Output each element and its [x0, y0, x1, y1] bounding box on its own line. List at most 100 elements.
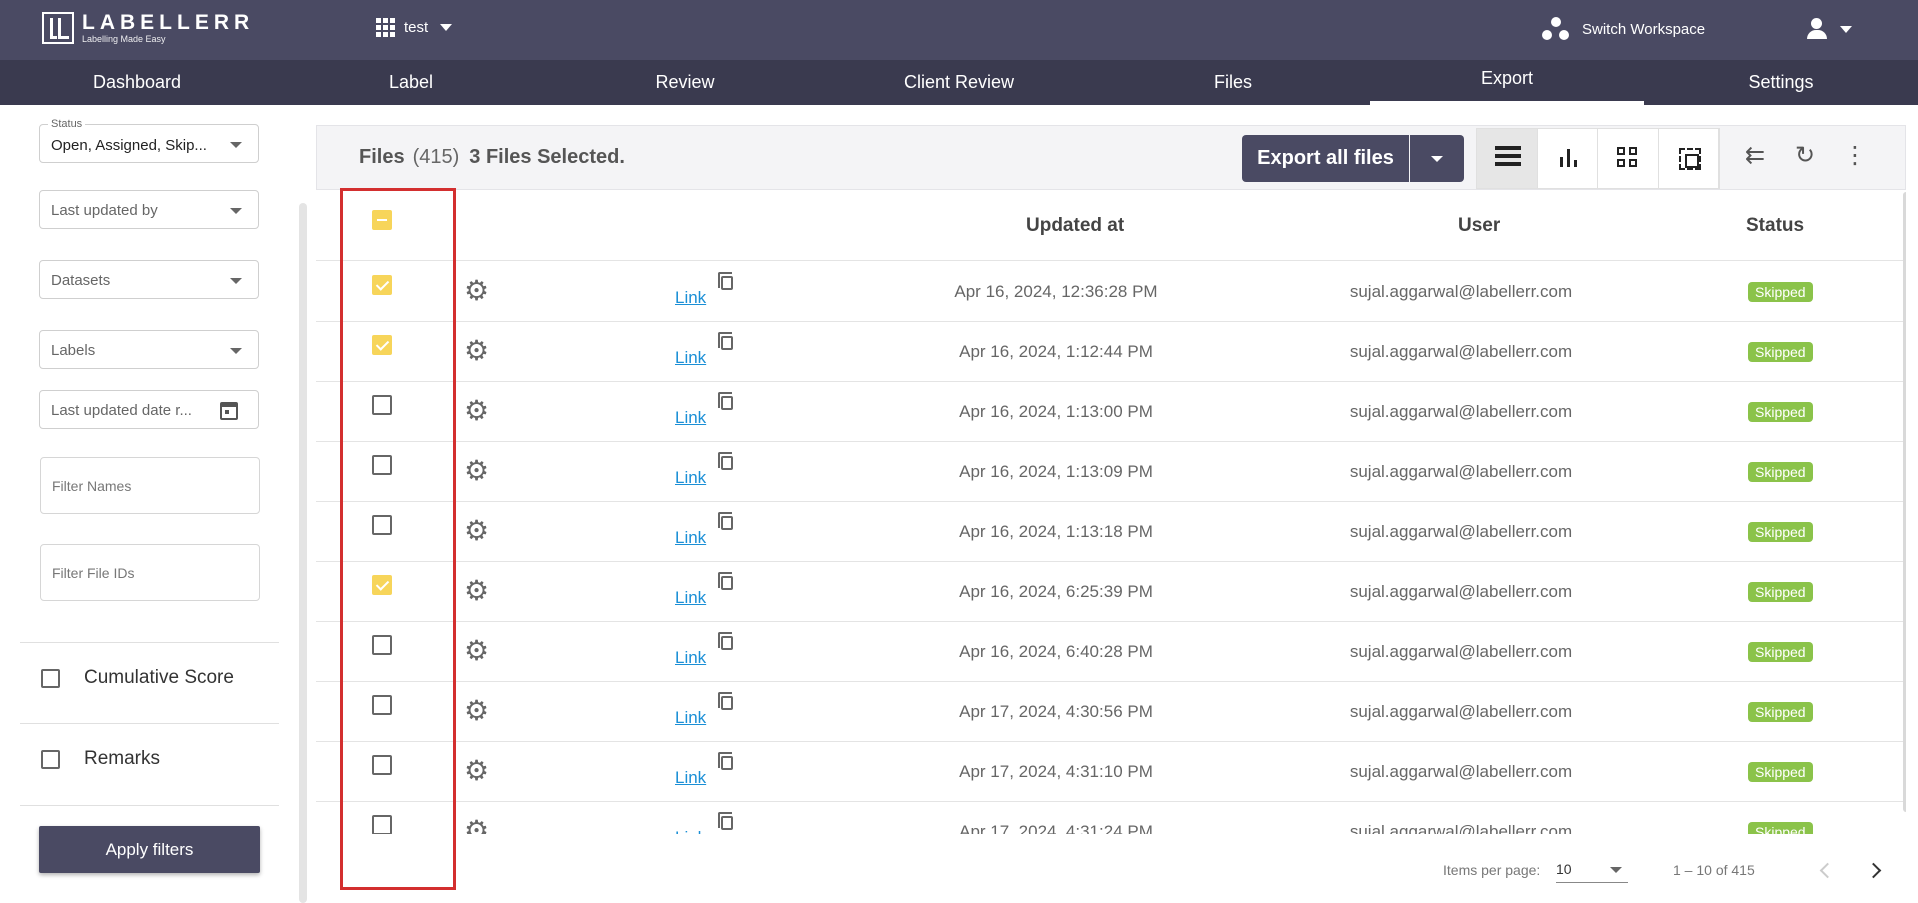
copy-icon[interactable]: [718, 632, 733, 650]
last-updated-date-range[interactable]: Last updated date r...: [39, 390, 259, 429]
gear-icon[interactable]: ⚙: [464, 517, 490, 545]
workspace-selector[interactable]: test: [376, 18, 453, 37]
files-table: Updated at User Status ⚙ Link Apr 16, 2024…: [316, 192, 1906, 834]
gear-icon[interactable]: ⚙: [464, 577, 490, 605]
header-updated-at: Updated at: [1026, 215, 1125, 236]
file-link[interactable]: Link: [675, 708, 706, 728]
cumulative-score-checkbox[interactable]: Cumulative Score: [41, 667, 234, 689]
copy-icon[interactable]: [718, 392, 733, 410]
file-link[interactable]: Link: [675, 588, 706, 608]
filter-file-ids-input[interactable]: Filter File IDs: [40, 544, 260, 601]
bar-chart-icon[interactable]: [1538, 129, 1598, 188]
top-bar: LABELLERR Labelling Made Easy test Switc…: [0, 0, 1918, 60]
labels-select[interactable]: Labels: [39, 330, 259, 369]
apply-filters-button[interactable]: Apply filters: [39, 826, 260, 873]
status-value: Open, Assigned, Skip...: [51, 137, 207, 154]
export-options-dropdown[interactable]: [1410, 135, 1464, 182]
file-link[interactable]: Link: [675, 528, 706, 548]
file-link[interactable]: Link: [675, 768, 706, 788]
file-link[interactable]: Link: [675, 408, 706, 428]
divider: [20, 642, 279, 643]
user-menu[interactable]: [1806, 18, 1852, 40]
tab-label[interactable]: Label: [274, 60, 548, 105]
logo[interactable]: LABELLERR Labelling Made Easy: [42, 12, 254, 44]
tab-review[interactable]: Review: [548, 60, 822, 105]
gear-icon[interactable]: ⚙: [464, 637, 490, 665]
status-badge: Skipped: [1748, 762, 1813, 782]
checkbox[interactable]: [41, 668, 60, 688]
file-link[interactable]: Link: [675, 288, 706, 308]
gear-icon[interactable]: ⚙: [464, 697, 490, 725]
items-per-page-select[interactable]: 10: [1556, 861, 1628, 883]
status-badge: Skipped: [1748, 582, 1813, 602]
checkbox[interactable]: [41, 749, 60, 769]
gear-icon[interactable]: ⚙: [464, 277, 490, 305]
chevron-right-icon[interactable]: [1866, 860, 1888, 882]
cumulative-score-label: Cumulative Score: [84, 667, 234, 688]
chevron-down-icon: [1610, 867, 1622, 873]
remarks-checkbox[interactable]: Remarks: [41, 748, 160, 770]
status-badge: Skipped: [1748, 642, 1813, 662]
status-badge: Skipped: [1748, 282, 1813, 302]
divider: [20, 805, 279, 806]
gear-icon[interactable]: ⚙: [464, 817, 490, 835]
last-updated-date-label: Last updated date r...: [51, 402, 192, 419]
status-label: Status: [48, 118, 86, 130]
table-row: ⚙ Link Apr 16, 2024, 1:12:44 PM sujal.aggar…: [316, 322, 1906, 382]
divider: [20, 723, 279, 724]
gear-icon[interactable]: ⚙: [464, 397, 490, 425]
gear-icon[interactable]: ⚙: [464, 757, 490, 785]
export-all-files-button[interactable]: Export all files: [1242, 135, 1409, 182]
copy-icon[interactable]: [718, 272, 733, 290]
copy-icon[interactable]: [718, 572, 733, 590]
last-updated-by-label: Last updated by: [51, 202, 158, 219]
list-view-icon[interactable]: [1477, 129, 1538, 188]
selected-count: 3 Files Selected.: [469, 146, 625, 168]
gear-icon[interactable]: ⚙: [464, 337, 490, 365]
sidebar-scrollbar[interactable]: [299, 203, 307, 903]
tab-files[interactable]: Files: [1096, 60, 1370, 105]
copy-icon[interactable]: [718, 752, 733, 770]
copy-icon[interactable]: [718, 812, 733, 830]
file-link[interactable]: Link: [675, 828, 706, 834]
switch-workspace-label: Switch Workspace: [1582, 20, 1706, 38]
datasets-select[interactable]: Datasets: [39, 260, 259, 299]
filter-names-input[interactable]: Filter Names: [40, 457, 260, 514]
chevron-down-icon: [230, 348, 242, 354]
copy-icon[interactable]: [718, 332, 733, 350]
file-link[interactable]: Link: [675, 648, 706, 668]
chevron-left-icon[interactable]: [1815, 860, 1837, 882]
last-updated-by-select[interactable]: Last updated by: [39, 190, 259, 229]
copy-icon[interactable]: [718, 692, 733, 710]
copy-icon[interactable]: [718, 512, 733, 530]
logo-name: LABELLERR: [82, 11, 255, 34]
tab-dashboard[interactable]: Dashboard: [0, 60, 274, 105]
tab-client-review[interactable]: Client Review: [822, 60, 1096, 105]
user-cell: sujal.aggarwal@labellerr.com: [1349, 402, 1573, 421]
table-row: ⚙ Link Apr 16, 2024, 12:36:28 PM sujal.agga…: [316, 262, 1906, 322]
switch-workspace-button[interactable]: Switch Workspace: [1542, 17, 1705, 41]
tile-view-icon[interactable]: [1598, 129, 1659, 188]
files-count: (415): [412, 146, 460, 168]
table-row: ⚙ Link Apr 16, 2024, 1:13:18 PM sujal.aggar…: [316, 502, 1906, 562]
calendar-icon[interactable]: [220, 402, 238, 420]
select-area-icon[interactable]: [1659, 129, 1719, 188]
copy-icon[interactable]: [718, 452, 733, 470]
status-badge: Skipped: [1748, 522, 1813, 542]
updated-at-cell: Apr 16, 2024, 1:13:00 PM: [959, 402, 1153, 421]
updated-at-cell: Apr 17, 2024, 4:31:24 PM: [959, 822, 1153, 834]
share-icon[interactable]: ⇇: [1741, 142, 1769, 170]
refresh-icon[interactable]: ↻: [1791, 142, 1819, 170]
file-link[interactable]: Link: [675, 348, 706, 368]
tab-export[interactable]: Export: [1370, 60, 1644, 105]
table-scrollbar[interactable]: [1903, 192, 1906, 812]
tab-settings[interactable]: Settings: [1644, 60, 1918, 105]
more-vert-icon[interactable]: ⋮: [1841, 142, 1869, 170]
status-select[interactable]: Status Open, Assigned, Skip...: [39, 118, 259, 163]
gear-icon[interactable]: ⚙: [464, 457, 490, 485]
updated-at-cell: Apr 17, 2024, 4:30:56 PM: [959, 702, 1153, 721]
user-cell: sujal.aggarwal@labellerr.com: [1349, 642, 1573, 661]
main-nav: Dashboard Label Review Client Review Fil…: [0, 60, 1918, 105]
file-link[interactable]: Link: [675, 468, 706, 488]
user-cell: sujal.aggarwal@labellerr.com: [1349, 822, 1573, 834]
